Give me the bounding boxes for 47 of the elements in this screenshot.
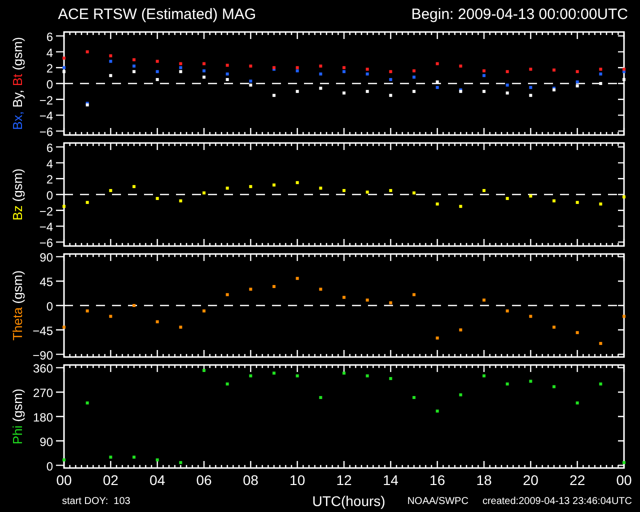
y-tick-label: 180 [32, 410, 53, 424]
x-tick-label: 00 [56, 472, 72, 488]
x-tick-label: 20 [522, 472, 538, 488]
y-tick-label: −4 [39, 220, 53, 234]
y-axis-label: Bx, By, Bt (gsm) [10, 37, 25, 130]
begin-time: Begin: 2009-04-13 00:00:00UTC [411, 6, 628, 22]
y-tick-label: −6 [39, 125, 53, 139]
y-tick-label: 0 [46, 78, 53, 92]
y-tick-label: 4 [46, 156, 53, 171]
y-tick-label: 90 [40, 434, 53, 449]
y-tick-label: −4 [39, 109, 53, 124]
x-tick-label: 16 [430, 472, 446, 488]
y-tick-label: 0 [46, 300, 53, 314]
y-tick-label: −90 [32, 348, 53, 361]
created-time: created:2009-04-13 23:46:04UTC [482, 496, 632, 506]
y-tick-label: 4 [46, 46, 53, 60]
y-tick-label: 2 [46, 172, 53, 187]
x-tick-label: 00 [616, 472, 632, 488]
y-tick-label: −6 [39, 236, 53, 250]
y-tick-label: −2 [39, 204, 53, 218]
x-axis-label: UTC(hours) [312, 493, 386, 509]
y-axis-label: Theta (gsm) [10, 270, 25, 341]
source-label: NOAA/SWPC [407, 496, 468, 506]
x-tick-label: 22 [570, 472, 586, 488]
y-axis-label: Phi (gsm) [10, 388, 25, 444]
y-axis-label: Bz (gsm) [10, 168, 25, 220]
x-tick-label: 04 [150, 472, 166, 488]
x-tick-label: 12 [336, 472, 352, 488]
chart-title: ACE RTSW (Estimated) MAG [58, 6, 256, 22]
x-tick-label: 02 [102, 472, 118, 488]
x-tick-label: 06 [196, 472, 212, 488]
x-tick-label: 10 [290, 472, 306, 488]
start-doy: start DOY: 103 [62, 496, 130, 506]
y-tick-label: 6 [46, 140, 53, 155]
y-tick-label: −2 [39, 93, 53, 108]
y-tick-label: 6 [46, 30, 53, 44]
x-tick-label: 18 [476, 472, 492, 488]
y-tick-label: 360 [32, 362, 53, 376]
y-tick-label: −45 [32, 324, 53, 338]
y-tick-label: 0 [46, 459, 53, 474]
y-tick-label: 0 [46, 188, 53, 202]
y-tick-label: 45 [40, 275, 53, 290]
y-tick-label: 2 [46, 62, 53, 76]
y-tick-label: 270 [32, 386, 53, 400]
x-tick-label: 14 [382, 472, 398, 488]
x-tick-label: 08 [242, 472, 258, 488]
y-tick-label: 90 [40, 250, 53, 265]
